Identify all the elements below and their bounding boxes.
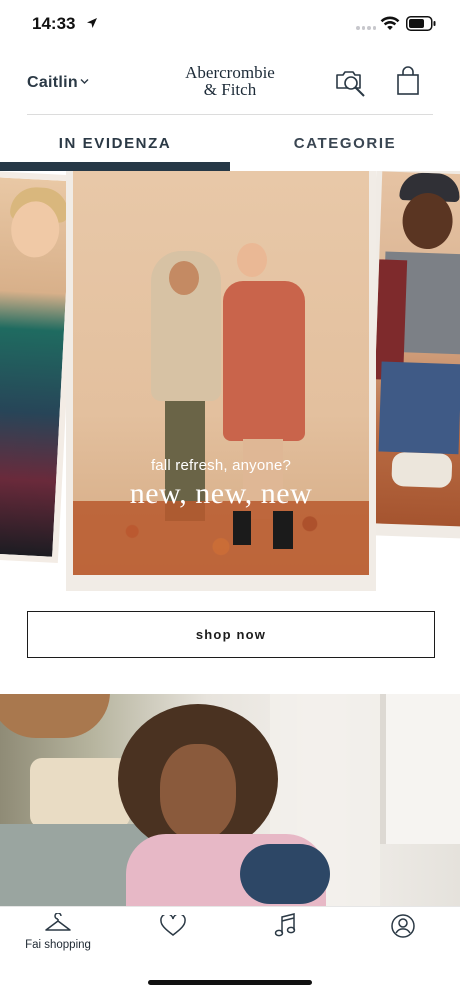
hero-photo-right [363,171,460,539]
nav-shop[interactable]: Fai shopping [14,907,104,969]
user-selector[interactable]: Caitlin [27,74,78,92]
heart-icon [160,915,186,936]
nav-favorites[interactable] [158,907,188,969]
hero-photo-main: fall refresh, anyone? new, new, new [66,171,376,591]
home-indicator[interactable] [148,980,312,985]
shop-now-button[interactable]: shop now [27,611,435,658]
header-divider [27,114,433,115]
chevron-down-icon[interactable] [80,78,89,85]
tab-categorie[interactable]: CATEGORIE [230,116,460,172]
status-bar: 14:33 [0,0,460,50]
logo-line-2: & Fitch [203,80,257,99]
shopping-bag-icon[interactable] [396,66,420,96]
location-arrow-icon [87,18,97,28]
camera-search-icon[interactable] [334,66,368,98]
battery-icon [406,16,436,31]
music-note-icon [274,913,296,937]
logo-line-1: Abercrombie [185,63,275,82]
app-header: Caitlin Abercrombie & Fitch [0,50,460,116]
nav-music[interactable] [272,907,302,969]
active-tab-indicator [0,162,230,171]
nav-account[interactable] [388,907,418,969]
promo-banner-photo[interactable] [0,694,460,906]
hero-banner[interactable]: fall refresh, anyone? new, new, new [0,171,460,603]
hero-title: new, new, new [129,477,313,510]
hanger-icon [45,913,71,931]
wifi-icon [380,16,400,30]
hero-subtitle: fall refresh, anyone? [150,457,292,474]
brand-logo[interactable]: Abercrombie & Fitch [170,64,290,98]
cellular-dots-icon [356,26,376,32]
account-icon [391,914,415,938]
nav-shop-label: Fai shopping [25,939,91,951]
status-time: 14:33 [32,14,76,33]
